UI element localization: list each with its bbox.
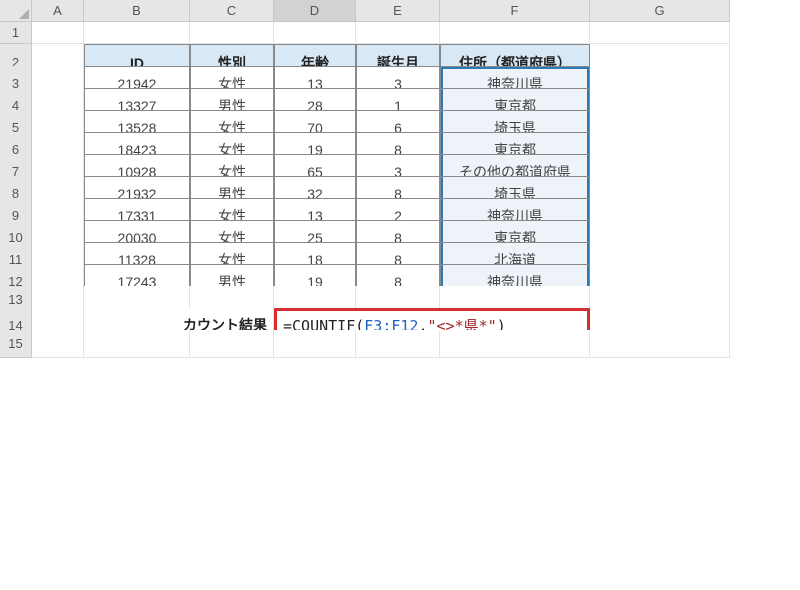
cell[interactable] bbox=[32, 22, 84, 44]
col-header-E[interactable]: E bbox=[356, 0, 440, 22]
cell[interactable] bbox=[190, 330, 274, 358]
cell[interactable] bbox=[440, 330, 590, 358]
cell[interactable] bbox=[274, 330, 356, 358]
cell[interactable] bbox=[590, 22, 730, 44]
cell[interactable] bbox=[440, 22, 590, 44]
cell[interactable] bbox=[274, 22, 356, 44]
cell[interactable] bbox=[190, 22, 274, 44]
col-header-A[interactable]: A bbox=[32, 0, 84, 22]
cell[interactable] bbox=[84, 22, 190, 44]
col-header-B[interactable]: B bbox=[84, 0, 190, 22]
cell[interactable] bbox=[590, 330, 730, 358]
row-header[interactable]: 15 bbox=[0, 330, 32, 358]
cell[interactable] bbox=[356, 330, 440, 358]
cell[interactable] bbox=[32, 330, 84, 358]
cell[interactable] bbox=[356, 22, 440, 44]
col-header-G[interactable]: G bbox=[590, 0, 730, 22]
col-header-D[interactable]: D bbox=[274, 0, 356, 22]
col-header-C[interactable]: C bbox=[190, 0, 274, 22]
select-all-corner[interactable] bbox=[0, 0, 32, 22]
col-header-F[interactable]: F bbox=[440, 0, 590, 22]
spreadsheet-grid[interactable]: A B C D E F G 1 2 ID 性別 年齢 誕生月 住所（都道府県） … bbox=[0, 0, 800, 352]
cell[interactable] bbox=[84, 330, 190, 358]
row-header[interactable]: 1 bbox=[0, 22, 32, 44]
